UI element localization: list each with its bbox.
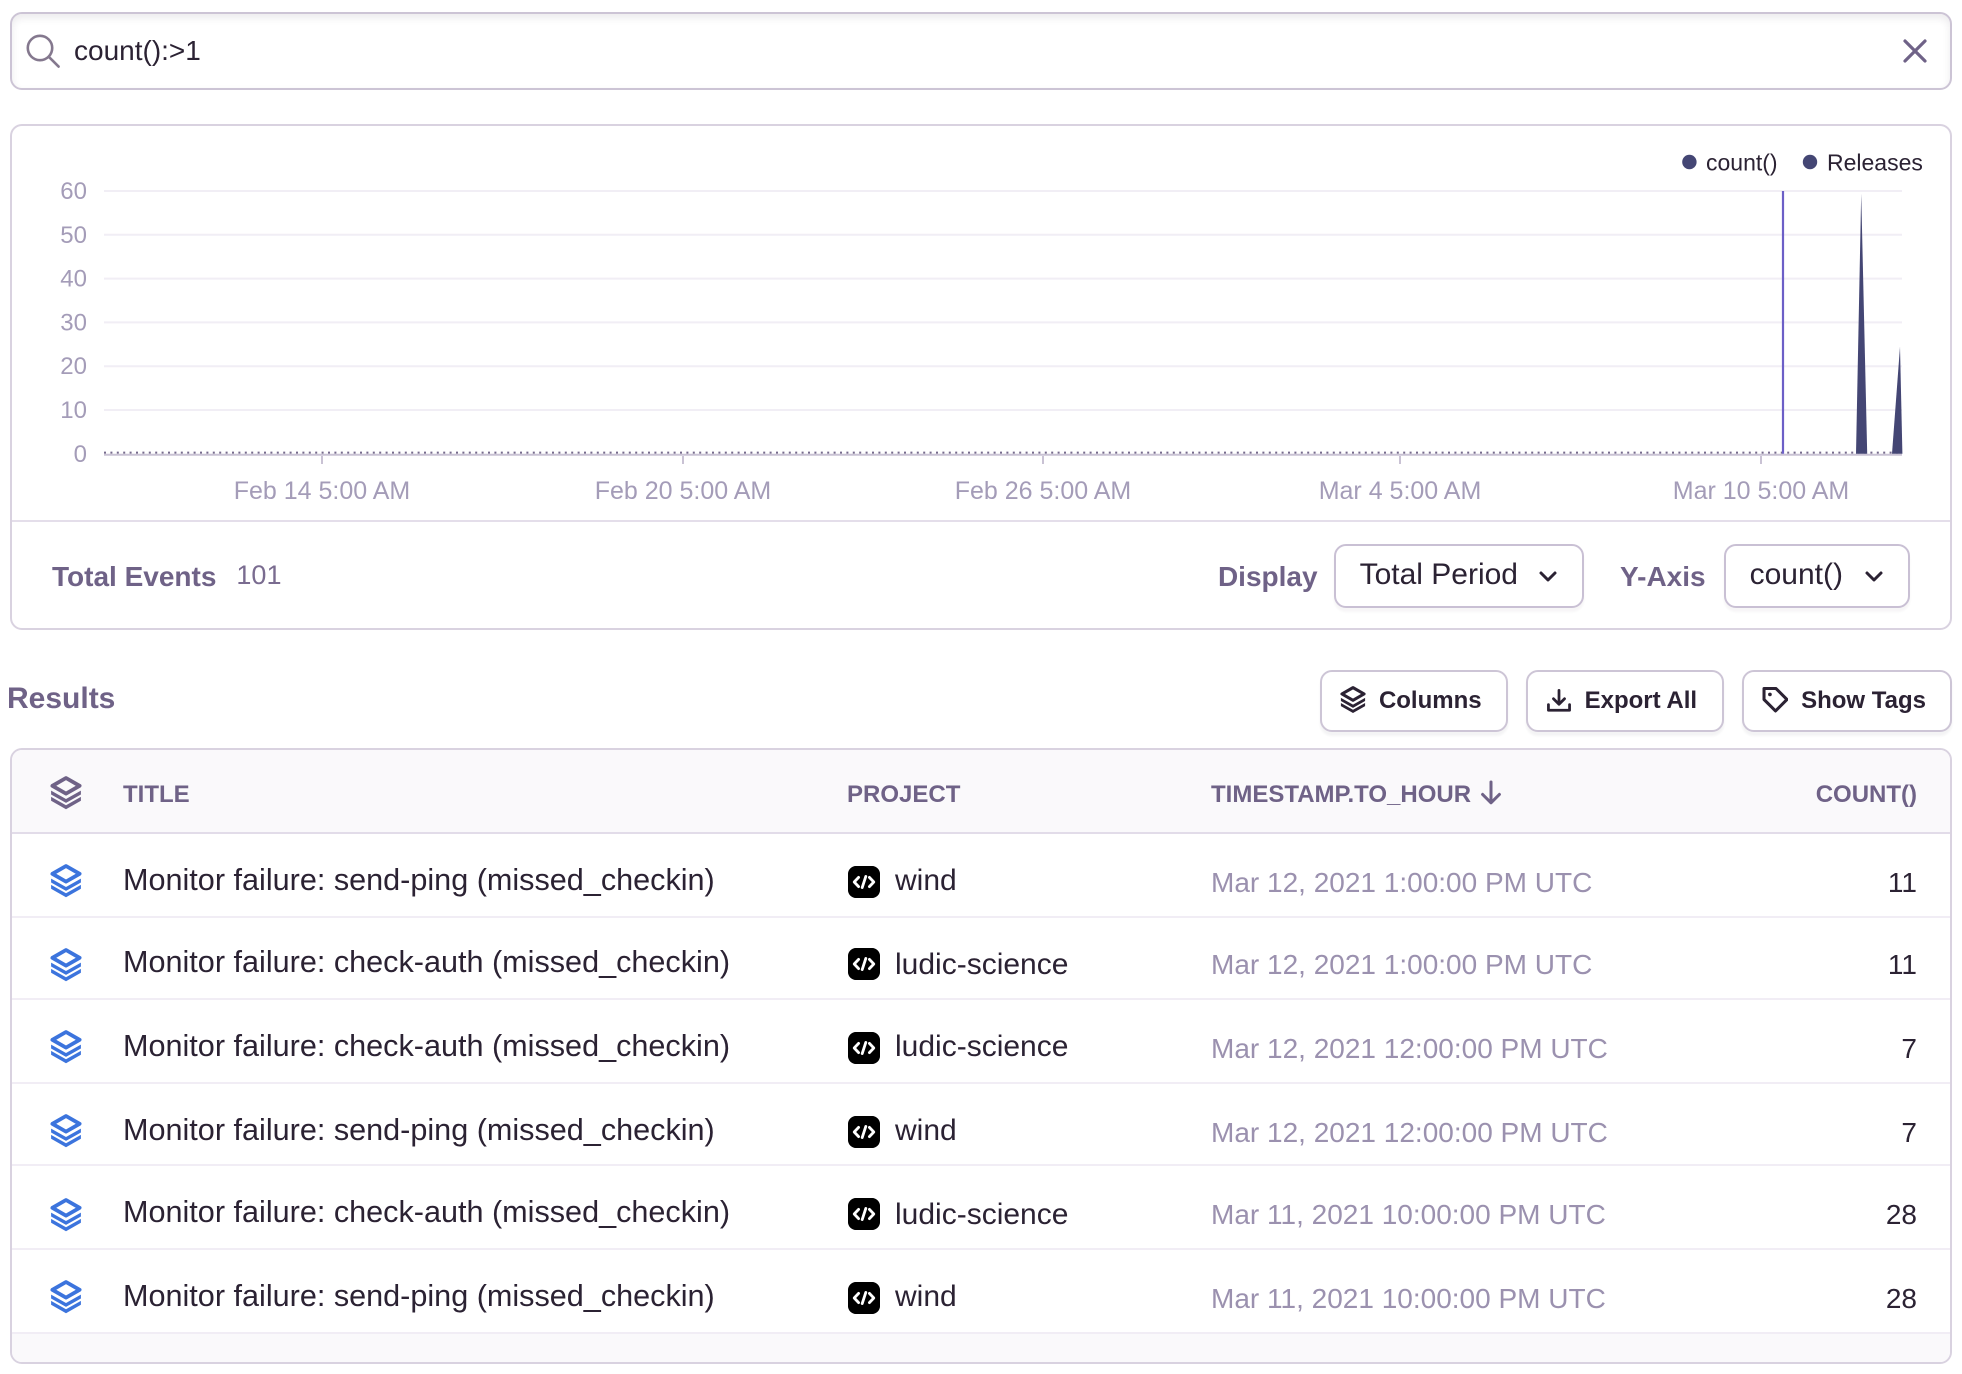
- svg-text:Mar 10 5:00 AM: Mar 10 5:00 AM: [1673, 476, 1849, 504]
- svg-text:30: 30: [60, 308, 87, 335]
- svg-text:0: 0: [74, 440, 87, 467]
- svg-text:Releases: Releases: [1827, 149, 1923, 175]
- svg-text:50: 50: [60, 221, 87, 248]
- svg-text:20: 20: [60, 352, 87, 379]
- svg-text:Feb 26 5:00 AM: Feb 26 5:00 AM: [955, 476, 1132, 504]
- svg-text:Feb 14 5:00 AM: Feb 14 5:00 AM: [234, 476, 411, 504]
- svg-text:count(): count(): [1706, 149, 1778, 175]
- svg-text:Mar 4 5:00 AM: Mar 4 5:00 AM: [1319, 476, 1482, 504]
- svg-text:10: 10: [60, 396, 87, 423]
- svg-text:Feb 20 5:00 AM: Feb 20 5:00 AM: [595, 476, 772, 504]
- svg-text:40: 40: [60, 265, 87, 292]
- svg-text:60: 60: [60, 177, 87, 204]
